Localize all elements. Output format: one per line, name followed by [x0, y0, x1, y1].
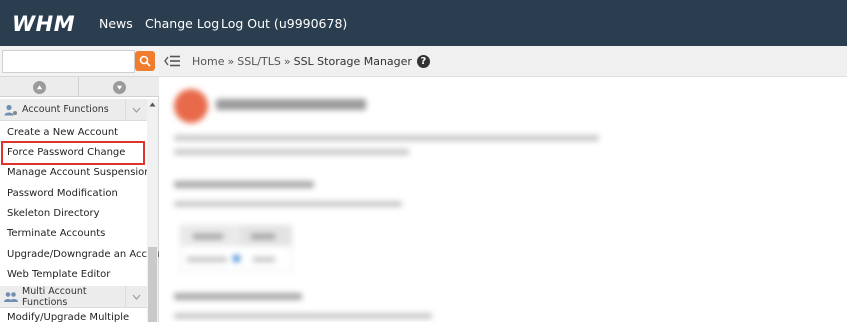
sidebar-search [0, 46, 159, 77]
nav-news-link[interactable]: News [99, 0, 133, 46]
menu-item-modify-upgrade-multiple[interactable]: Modify/Upgrade Multiple [7, 312, 129, 323]
blurred-text-line [174, 313, 432, 319]
group-account-functions[interactable]: Account Functions [0, 98, 147, 121]
blurred-subheading [174, 293, 302, 300]
nav-logout-link[interactable]: Log Out (u9990678) [221, 0, 347, 46]
nav-change-log-link[interactable]: Change Log [145, 0, 219, 46]
chevron-down-icon[interactable] [125, 285, 147, 308]
blurred-text-line [174, 135, 599, 141]
blurred-table-cell [193, 234, 223, 239]
chevron-up-icon [32, 80, 46, 94]
blurred-status-icon [233, 255, 240, 262]
sidebar-scrollbar[interactable] [147, 99, 158, 322]
group-multi-account-functions[interactable]: Multi Account Functions [0, 285, 147, 308]
breadcrumb-separator: » [227, 55, 235, 68]
menu-item-upgrade-downgrade[interactable]: Upgrade/Downgrade an Account [7, 249, 170, 260]
ssl-storage-icon [174, 89, 208, 123]
blurred-title-bar [216, 99, 366, 110]
breadcrumb-ssl-tls[interactable]: SSL/TLS [237, 55, 281, 68]
whm-logo[interactable]: WHM [12, 12, 75, 36]
blurred-table-cell [251, 234, 275, 239]
help-icon[interactable]: ? [416, 55, 430, 68]
users-icon [4, 291, 18, 302]
breadcrumb: Home » SSL/TLS » SSL Storage Manager ? [192, 46, 430, 77]
blurred-table-cell [187, 257, 227, 262]
breadcrumb-current: SSL Storage Manager [293, 55, 412, 68]
expand-all-button[interactable] [80, 77, 159, 97]
sidebar: Account Functions Create a New Account F… [0, 46, 170, 323]
top-header: WHM News Change Log Log Out (u9990678) [0, 0, 847, 46]
blurred-table [180, 225, 292, 271]
breadcrumb-home[interactable]: Home [192, 55, 224, 68]
group-label: Account Functions [22, 104, 109, 115]
blurred-table-cell [253, 257, 275, 262]
blurred-text-line [174, 149, 409, 155]
search-button[interactable] [135, 51, 155, 71]
menu-item-create-account[interactable]: Create a New Account [7, 127, 118, 138]
menu-item-password-modification[interactable]: Password Modification [7, 188, 118, 199]
menu-item-manage-suspension[interactable]: Manage Account Suspension [7, 167, 151, 178]
chevron-down-icon [113, 80, 126, 94]
scrollbar-thumb[interactable] [148, 247, 157, 322]
collapse-expand-bar [0, 77, 159, 97]
menu-item-terminate-accounts[interactable]: Terminate Accounts [7, 228, 105, 239]
user-gear-icon [4, 104, 17, 115]
search-icon [139, 55, 151, 67]
breadcrumb-bar: Home » SSL/TLS » SSL Storage Manager ? [159, 46, 847, 77]
scroll-up-arrow-icon[interactable] [147, 99, 158, 110]
main-content: ​ [160, 77, 847, 322]
collapse-all-button[interactable] [0, 77, 79, 97]
blurred-subheading [174, 181, 314, 188]
highlight-box [1, 141, 145, 165]
menu-item-skeleton-directory[interactable]: Skeleton Directory [7, 208, 100, 219]
blurred-text-line [174, 201, 402, 207]
group-label: Multi Account Functions [22, 285, 87, 308]
search-input[interactable] [2, 50, 135, 73]
breadcrumb-separator: » [283, 55, 291, 68]
menu-item-web-template-editor[interactable]: Web Template Editor [7, 269, 110, 280]
chevron-down-icon[interactable] [125, 98, 147, 121]
sidebar-toggle-icon[interactable] [164, 54, 180, 68]
